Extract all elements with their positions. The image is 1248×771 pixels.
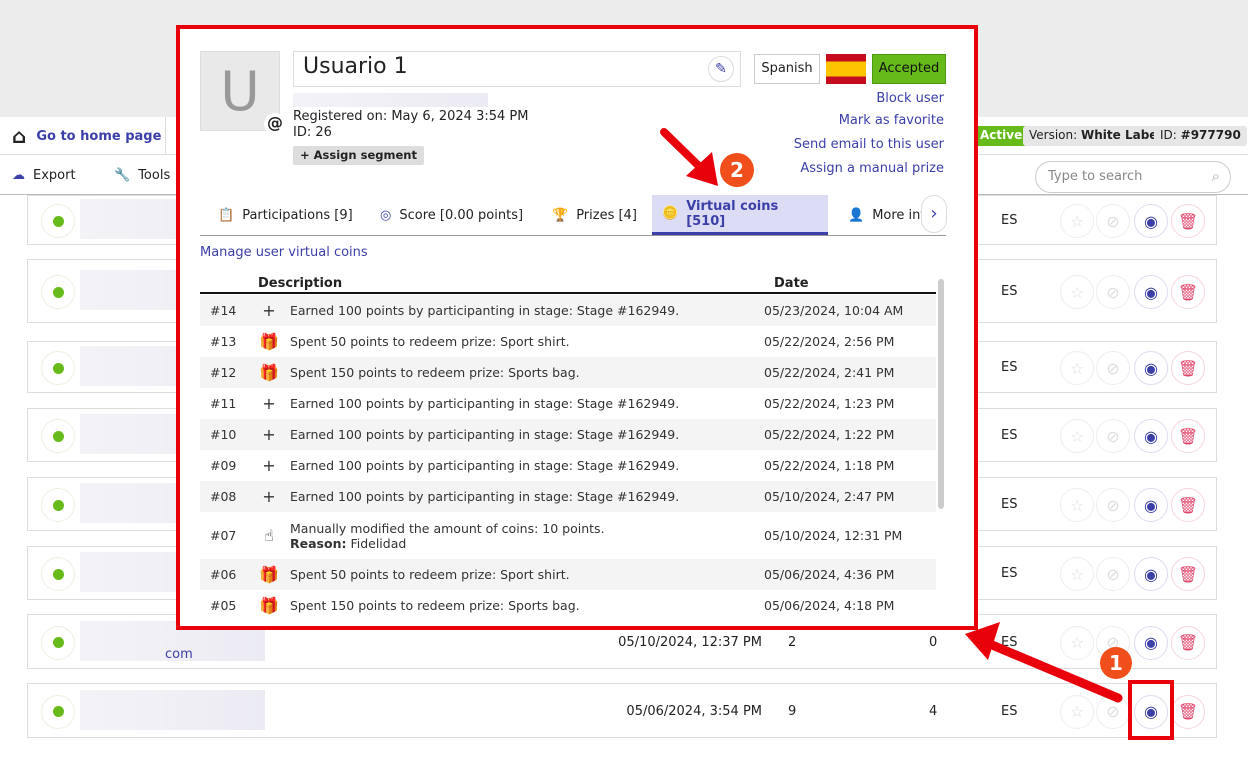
arrow-1 (980, 637, 1123, 703)
svg-text:2: 2 (730, 158, 744, 182)
svg-text:1: 1 (1109, 651, 1123, 675)
annotation-overlay: 1 2 (660, 128, 1174, 740)
highlight-eye-box (1128, 680, 1174, 740)
arrow-1-head (965, 622, 1000, 660)
